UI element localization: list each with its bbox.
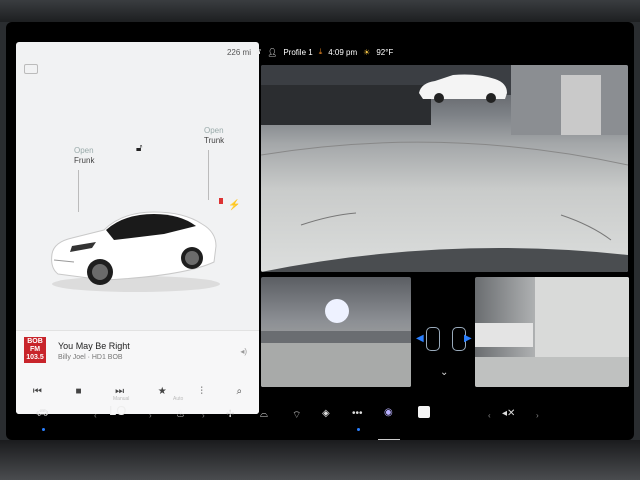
song-artist: Billy Joel · HD1 BOB bbox=[58, 354, 123, 361]
outside-temp: 92°F bbox=[376, 47, 394, 57]
profile-icon[interactable]: 👤︎ bbox=[267, 48, 277, 57]
more-icon[interactable]: ••• bbox=[352, 408, 363, 419]
left-arrow-icon[interactable]: ◀ bbox=[416, 333, 424, 344]
more-dot bbox=[357, 428, 360, 431]
headlight-icon[interactable] bbox=[24, 64, 38, 74]
left-repeater-camera[interactable] bbox=[261, 277, 411, 387]
trunk-action: Open bbox=[204, 126, 224, 135]
stop-icon[interactable]: ■ bbox=[75, 386, 81, 397]
vehicle-panel: 226 mi Open Frunk 🔓︎ Open Trunk ⚡ BOB FM… bbox=[16, 42, 259, 414]
bezel-top bbox=[0, 0, 640, 22]
prev-icon[interactable]: ⏮ bbox=[33, 386, 42, 397]
app-icon[interactable] bbox=[418, 406, 430, 418]
left-scene bbox=[261, 299, 411, 387]
car-icon[interactable]: 🚗︎ bbox=[36, 408, 49, 419]
defrost-icon[interactable]: ⌓ bbox=[260, 409, 268, 420]
sun-icon: ☀ bbox=[363, 47, 371, 57]
heat-seat-icon[interactable]: ♨ bbox=[176, 409, 185, 420]
vol-down-icon[interactable]: ‹ bbox=[488, 411, 491, 420]
frunk-control[interactable]: Open Frunk bbox=[74, 146, 94, 166]
rear-camera-view[interactable]: ✕ bbox=[261, 65, 628, 272]
charge-icon[interactable]: ⚡ bbox=[228, 200, 240, 211]
lock-status-icon[interactable]: 🔓︎ bbox=[256, 47, 261, 57]
range-readout: 226 mi bbox=[226, 48, 251, 57]
parked-car bbox=[419, 74, 507, 103]
chevron-down-icon[interactable]: ⌄ bbox=[440, 367, 448, 378]
active-app-underline bbox=[378, 439, 400, 440]
search-icon[interactable]: ⌕ bbox=[237, 386, 243, 397]
seat-mode-label: Auto bbox=[173, 396, 184, 402]
song-title: You May Be Right bbox=[58, 341, 130, 351]
camera-selector: ◀ ▶ ⌄ bbox=[414, 277, 474, 387]
left-car-icon[interactable] bbox=[426, 327, 440, 351]
profile-name[interactable]: Profile 1 bbox=[283, 48, 312, 57]
active-dot bbox=[42, 428, 45, 431]
bezel-bottom bbox=[0, 440, 640, 480]
station-logo[interactable]: BOB FM 103.5 bbox=[24, 337, 46, 363]
favorite-icon[interactable]: ★ bbox=[158, 386, 167, 397]
frunk-action: Open bbox=[74, 146, 94, 155]
fan-icon[interactable]: ✢ bbox=[226, 409, 234, 420]
camera-icon[interactable]: ◉ bbox=[384, 407, 393, 418]
bottom-dock: 🚗︎ ‹ › ♨ › ✢ ⌓ ⌔ ◈ ••• ◉ ‹ ◂✕ › bbox=[6, 398, 634, 440]
seat-right-icon[interactable]: › bbox=[202, 411, 205, 420]
status-bar: 🔓︎ 👤︎ Profile 1 ⤓ 4:09 pm ☀ 92°F bbox=[256, 44, 393, 60]
frunk-label: Frunk bbox=[74, 156, 95, 165]
vol-up-icon[interactable]: › bbox=[536, 411, 539, 420]
right-arrow-icon[interactable]: ▶ bbox=[464, 333, 472, 344]
temp-up-icon[interactable]: › bbox=[149, 411, 152, 420]
trunk-label: Trunk bbox=[204, 136, 225, 145]
right-repeater-camera[interactable] bbox=[475, 277, 629, 387]
clock: 4:09 pm bbox=[328, 47, 358, 57]
touchscreen: 226 mi Open Frunk 🔓︎ Open Trunk ⚡ BOB FM… bbox=[6, 22, 634, 440]
lock-icon[interactable]: 🔓︎ bbox=[136, 143, 142, 154]
trunk-control[interactable]: Open Trunk bbox=[204, 126, 224, 146]
cabin-temp[interactable]: LO bbox=[109, 403, 126, 418]
climate-mode-label: Manual bbox=[113, 396, 130, 402]
temp-down-icon[interactable]: ‹ bbox=[94, 411, 97, 420]
car-render bbox=[51, 211, 220, 292]
next-icon[interactable]: ⏭ bbox=[115, 386, 124, 397]
mute-icon[interactable]: ◂✕ bbox=[502, 408, 515, 419]
radio-icon: ◂) bbox=[240, 347, 247, 356]
rear-defrost-icon[interactable]: ⌔ bbox=[292, 409, 301, 422]
nav-icon[interactable]: ◈ bbox=[322, 408, 330, 419]
download-icon[interactable]: ⤓ bbox=[319, 47, 323, 57]
right-scene bbox=[475, 277, 629, 387]
equalizer-icon[interactable]: ⫶ bbox=[200, 386, 203, 397]
